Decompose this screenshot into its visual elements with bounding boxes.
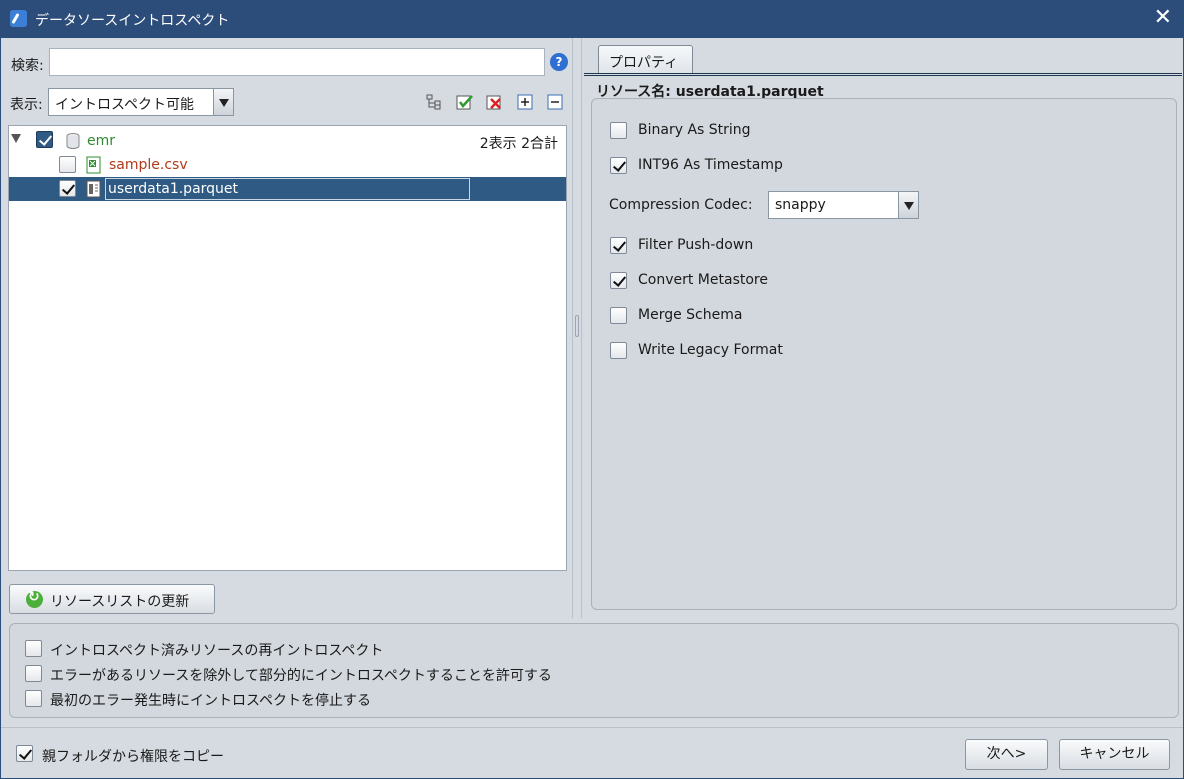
csv-file-icon	[86, 156, 102, 174]
compression-codec-label: Compression Codec:	[609, 197, 753, 213]
label-stop-on-first-error: 最初のエラー発生時にイントロスペクトを停止する	[50, 693, 372, 709]
tree-checkbox-userdata1-parquet[interactable]	[59, 180, 76, 197]
label-int96-as-timestamp: INT96 As Timestamp	[638, 157, 783, 173]
refresh-button-label: リソースリストの更新	[50, 594, 190, 610]
label-copy-permissions: 親フォルダから権限をコピー	[42, 749, 224, 765]
display-filter-select[interactable]: イントロスペクト可能	[48, 88, 234, 116]
tree-row-userdata1-parquet[interactable]: userdata1.parquet	[9, 177, 566, 201]
database-icon	[65, 132, 81, 150]
help-icon[interactable]: ?	[550, 53, 568, 71]
footer-divider	[1, 727, 1183, 728]
tree-row-emr[interactable]: emr 2表示 2合計	[9, 128, 566, 152]
checkbox-int96-as-timestamp[interactable]	[610, 157, 627, 174]
selection-focus-outline	[105, 178, 470, 200]
tree-checkbox-emr[interactable]	[36, 131, 53, 148]
label-merge-schema: Merge Schema	[638, 307, 743, 323]
properties-panel: Binary As String INT96 As Timestamp Comp…	[591, 98, 1177, 610]
label-partial-introspection: エラーがあるリソースを除外して部分的にイントロスペクトすることを許可する	[50, 668, 552, 684]
window-title: データソースイントロスペクト	[35, 13, 230, 29]
tab-underline	[584, 73, 1182, 76]
compression-codec-value: snappy	[775, 197, 826, 213]
tab-properties-label: プロパティ	[609, 55, 679, 71]
parquet-file-icon	[86, 180, 102, 198]
label-write-legacy-format: Write Legacy Format	[638, 342, 783, 358]
splitter-grip[interactable]	[575, 315, 579, 337]
refresh-icon	[26, 589, 43, 608]
label-binary-as-string: Binary As String	[638, 122, 751, 138]
panel-splitter[interactable]	[572, 38, 582, 618]
checkbox-convert-metastore[interactable]	[610, 272, 627, 289]
search-label: 検索:	[11, 58, 44, 74]
tree-count-emr: 2表示 2合計	[479, 136, 558, 152]
checkbox-merge-schema[interactable]	[610, 307, 627, 324]
display-filter-value: イントロスペクト可能	[55, 97, 195, 113]
checkbox-reintrospect[interactable]	[25, 640, 42, 657]
expand-all-icon[interactable]	[516, 93, 534, 111]
close-icon[interactable]: ✕	[1154, 6, 1172, 30]
tree-checkbox-sample-csv[interactable]	[59, 156, 76, 173]
compression-codec-select[interactable]: snappy	[768, 191, 919, 219]
resource-tree[interactable]: emr 2表示 2合計 sample.csv userdata1.parquet	[8, 125, 567, 571]
chevron-down-icon[interactable]	[213, 89, 233, 115]
label-filter-push-down: Filter Push-down	[638, 237, 754, 253]
tree-label-emr: emr	[87, 133, 116, 149]
display-label: 表示:	[10, 97, 43, 113]
uncheck-all-icon[interactable]	[486, 93, 504, 111]
label-reintrospect: イントロスペクト済みリソースの再イントロスペクト	[50, 643, 384, 659]
title-bar: データソースイントロスペクト ✕	[0, 0, 1184, 38]
introspection-options-panel: イントロスペクト済みリソースの再イントロスペクト エラーがあるリソースを除外して…	[9, 623, 1179, 718]
search-input[interactable]	[49, 48, 545, 76]
chevron-down-icon[interactable]	[898, 192, 918, 218]
dialog-body: 検索: ? 表示: イントロスペクト可能 emr 2表示 2合計 sample.…	[0, 38, 1184, 779]
check-all-icon[interactable]	[456, 93, 474, 111]
tab-properties[interactable]: プロパティ	[598, 45, 693, 74]
label-convert-metastore: Convert Metastore	[638, 272, 768, 288]
checkbox-binary-as-string[interactable]	[610, 122, 627, 139]
next-button[interactable]: 次へ>	[965, 739, 1048, 770]
checkbox-stop-on-first-error[interactable]	[25, 690, 42, 707]
collapse-all-icon[interactable]	[546, 93, 564, 111]
checkbox-copy-permissions[interactable]	[16, 745, 33, 762]
expand-arrow-icon[interactable]	[11, 134, 21, 143]
tree-row-sample-csv[interactable]: sample.csv	[9, 153, 566, 177]
refresh-resource-list-button[interactable]: リソースリストの更新	[9, 584, 215, 614]
checkbox-write-legacy-format[interactable]	[610, 342, 627, 359]
checkbox-partial-introspection[interactable]	[25, 665, 42, 682]
expand-tree-icon[interactable]	[425, 93, 443, 111]
checkbox-filter-push-down[interactable]	[610, 237, 627, 254]
cancel-button[interactable]: キャンセル	[1059, 739, 1170, 770]
app-icon	[10, 10, 27, 27]
tree-label-sample-csv: sample.csv	[109, 157, 188, 173]
